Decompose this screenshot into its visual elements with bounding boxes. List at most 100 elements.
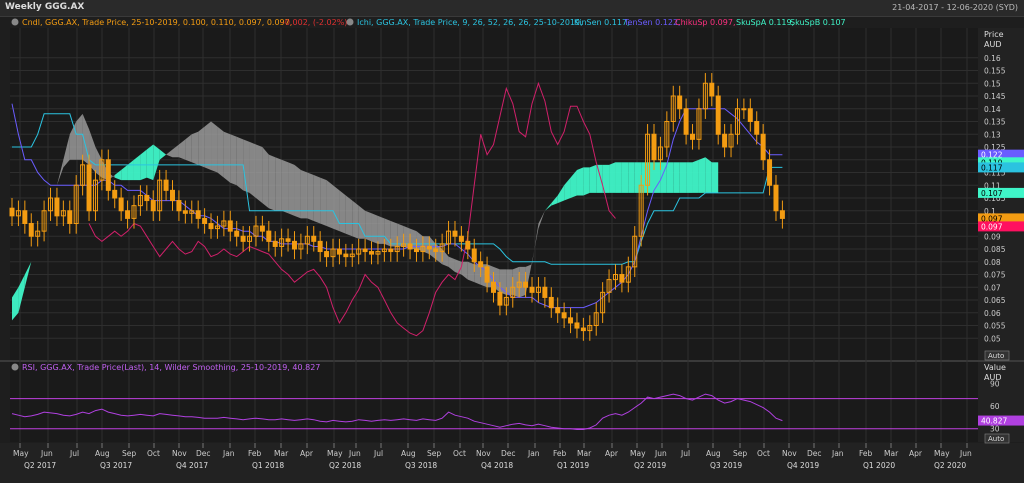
candle-body (773, 184, 779, 212)
cloud-segment (198, 126, 205, 168)
month-label: Apr (605, 449, 619, 458)
candle-body (548, 296, 554, 309)
legend-rsi-icon[interactable] (11, 363, 19, 371)
candle-body (574, 322, 580, 329)
quarter-label: Q2 2017 (24, 461, 56, 470)
legend-candles[interactable]: Cndl, GGG.AX, Trade Price, 25-10-2019, 0… (11, 18, 348, 27)
price-tick-label: 0.085 (984, 245, 1006, 254)
month-label: Jul (69, 449, 79, 458)
candle-body (747, 108, 753, 122)
price-tick-label: 0.145 (984, 92, 1006, 101)
cloud-segment (268, 154, 276, 211)
candle-body (760, 133, 766, 161)
month-label: May (13, 449, 29, 458)
rsi-tick-label: 60 (990, 402, 1000, 411)
candle-body (9, 207, 15, 217)
quarter-label: Q3 2017 (100, 461, 132, 470)
cloud-segment (589, 164, 597, 193)
candle-body (86, 164, 92, 212)
month-label: Oct (453, 449, 466, 458)
price-tick-label: 0.14 (984, 105, 1001, 114)
cloud-segment (596, 164, 603, 193)
rsi-auto-button[interactable]: Auto (984, 433, 1010, 444)
quarter-label: Q3 2018 (405, 461, 437, 470)
candle-body (484, 266, 490, 283)
month-label: Jul (680, 449, 690, 458)
cloud-segment (621, 162, 629, 193)
quarter-label: Q4 2019 (787, 461, 819, 470)
candle-body (202, 217, 208, 224)
legend-ichimoku-label: Ichi, GGG.AX, Trade Price, 9, 26, 52, 26… (357, 18, 583, 27)
candle-body (118, 197, 124, 212)
price-tick-label: 0.15 (984, 79, 1001, 88)
month-label: Aug (706, 449, 721, 458)
cloud-segment (615, 162, 622, 193)
candle-body (266, 230, 272, 242)
candle-body (709, 82, 715, 97)
month-label: Jan (222, 449, 235, 458)
month-label: Mar (884, 449, 899, 458)
candle-body (227, 220, 233, 232)
candle-body (555, 307, 561, 314)
candle-body (54, 197, 60, 217)
price-tick-label: 0.05 (984, 334, 1001, 343)
cloud-segment (686, 162, 693, 193)
price-tick-label: 0.06 (984, 309, 1001, 318)
last-value-label: 0.117 (981, 163, 1003, 172)
candle-body (683, 108, 689, 135)
quarter-label: Q4 2017 (176, 461, 208, 470)
price-pane[interactable] (10, 28, 978, 360)
cloud-segment (673, 162, 680, 193)
candle-body (112, 189, 118, 199)
legend-ichimoku[interactable]: Ichi, GGG.AX, Trade Price, 9, 26, 52, 26… (346, 18, 846, 27)
candle-body (317, 240, 323, 253)
cloud-segment (352, 200, 359, 239)
cloud-segment (390, 220, 398, 247)
legend-rsi[interactable]: RSI, GGG.AX, Trade Price(Last), 14, Wild… (11, 363, 321, 372)
cloud-segment (339, 190, 346, 234)
rsi-tick-label: 30 (990, 425, 1000, 434)
candle-body (125, 210, 131, 219)
candle-body (208, 223, 214, 230)
candle-body (561, 312, 567, 319)
month-label: Sep (122, 449, 136, 458)
rsi-last-label: 40.827 (981, 417, 1007, 426)
cloud-segment (397, 223, 404, 247)
cloud-segment (628, 162, 635, 193)
cloud-segment (506, 269, 513, 295)
cloud-segment (204, 121, 212, 170)
price-tick-label: 0.08 (984, 258, 1001, 267)
rsi-axis-title: Value (984, 363, 1006, 372)
chart-svg: 0.05 0.055 0.06 0.065 0.07 0.075 0.08 0.085 0.09… (0, 18, 1024, 483)
candle-body (105, 159, 111, 191)
month-label: Nov (782, 449, 797, 458)
cloud-segment (288, 162, 295, 216)
candle-body (240, 235, 246, 242)
candle-body (497, 291, 503, 306)
candle-body (369, 251, 375, 255)
legend-settings-icon[interactable] (11, 18, 19, 26)
legend-rsi-label: RSI, GGG.AX, Trade Price(Last), 14, Wild… (22, 363, 320, 372)
quarter-label: Q4 2018 (481, 461, 513, 470)
rsi-pane[interactable] (10, 362, 978, 442)
month-label: Jun (654, 449, 667, 458)
rsi-auto-label: Auto (988, 435, 1004, 443)
cloud-segment (609, 162, 616, 193)
cloud-segment (320, 177, 327, 227)
month-label: Sep (733, 449, 747, 458)
cloud-segment (217, 126, 224, 178)
candle-body (580, 327, 586, 332)
candle-body (779, 210, 785, 219)
candle-body (362, 248, 368, 253)
cloud-segment (576, 167, 584, 196)
last-value-label: 0.097 (981, 222, 1003, 231)
cloud-segment (281, 159, 289, 214)
cloud-segment (236, 136, 244, 191)
cloud-segment (583, 167, 590, 196)
legend-ichimoku-icon[interactable] (346, 18, 354, 26)
price-auto-button[interactable]: Auto (984, 350, 1010, 361)
cloud-segment (698, 157, 706, 193)
candle-body (767, 159, 773, 186)
rsi-axis-unit: AUD (984, 373, 1002, 382)
month-label: Sep (427, 449, 441, 458)
